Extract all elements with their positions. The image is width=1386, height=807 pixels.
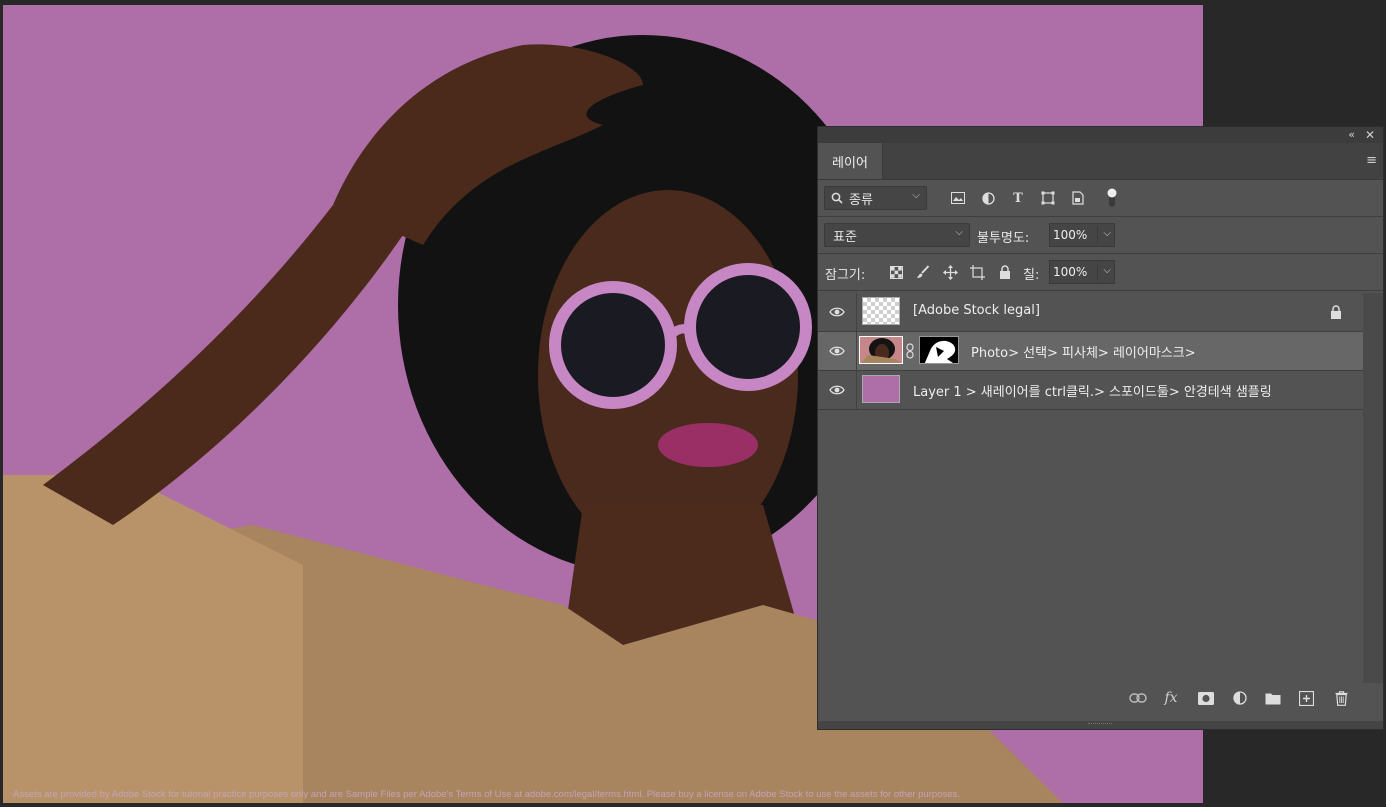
layer-name: [Adobe Stock legal] <box>913 303 1040 318</box>
chevron-down-icon: ⌵ <box>1103 228 1111 239</box>
lock-transparency-icon[interactable] <box>888 264 904 280</box>
layer-row-adobe-stock-legal[interactable]: [Adobe Stock legal] <box>818 293 1363 332</box>
blend-mode-value: 표준 <box>833 229 857 245</box>
lips <box>658 423 758 467</box>
mask-link-chain-icon[interactable] <box>906 343 914 359</box>
adjustment-layer-icon[interactable] <box>1230 689 1250 707</box>
layers-bottom-toolbar: fx <box>818 683 1383 713</box>
add-mask-icon[interactable] <box>1196 689 1216 707</box>
layer-row-layer-1[interactable]: Layer 1 > 새레이어를 ctrl클릭.> 스포이드툴> 안경테색 샘플링 <box>818 371 1363 410</box>
layers-scrollbar[interactable] <box>1363 293 1383 693</box>
lock-label: 잠그기: <box>825 268 866 283</box>
fill-value: 100% <box>1053 265 1088 279</box>
legal-notice-text: Assets are provided by Adobe Stock for t… <box>13 789 960 800</box>
lock-pixels-brush-icon[interactable] <box>915 264 931 280</box>
layer-thumbnail-color-fill <box>862 375 900 403</box>
link-layers-icon[interactable] <box>1128 689 1148 707</box>
close-icon[interactable]: ✕ <box>1365 128 1375 142</box>
delete-layer-icon[interactable] <box>1331 689 1351 707</box>
visibility-eye-icon[interactable] <box>829 344 845 358</box>
filter-toggle-icon[interactable] <box>1103 188 1121 207</box>
adjustment-filter-icon[interactable] <box>979 190 997 206</box>
panel-tab-row: 레이어 ≡ <box>818 143 1383 180</box>
new-group-icon[interactable] <box>1263 689 1283 707</box>
chevron-down-icon: ⌵ <box>1103 265 1111 276</box>
panel-title-bar[interactable]: « ✕ <box>818 127 1383 143</box>
opacity-value: 100% <box>1053 228 1088 242</box>
opacity-label: 불투명도: <box>977 231 1030 246</box>
tab-layers[interactable]: 레이어 <box>818 143 883 179</box>
layers-panel: « ✕ 레이어 ≡ 종류 ⌵ T 표준 ⌵ 불투명도: 100% ⌵ 잠그기: … <box>817 126 1384 730</box>
opacity-field[interactable]: 100% ⌵ <box>1049 223 1115 247</box>
arm <box>43 205 403 525</box>
layer-mask-thumbnail[interactable] <box>919 336 959 364</box>
layers-list: [Adobe Stock legal] Photo> 선택> 피사체> 레이어마… <box>818 293 1363 410</box>
type-filter-icon[interactable]: T <box>1009 190 1027 206</box>
layer-name: Layer 1 > 새레이어를 ctrl클릭.> 스포이드툴> 안경테색 샘플링 <box>913 385 1272 400</box>
shape-filter-icon[interactable] <box>1039 190 1057 206</box>
visibility-eye-icon[interactable] <box>829 383 845 397</box>
chevron-down-icon: ⌵ <box>955 227 963 238</box>
lock-row: 잠그기: 칠: 100% ⌵ <box>818 254 1383 291</box>
fx-icon[interactable]: fx <box>1161 689 1181 707</box>
lock-artboard-icon[interactable] <box>969 264 985 280</box>
sleeve <box>3 475 303 803</box>
new-layer-icon[interactable] <box>1296 689 1316 707</box>
panel-resize-strip[interactable] <box>818 721 1383 729</box>
panel-menu-icon[interactable]: ≡ <box>1366 153 1377 168</box>
image-filter-icon[interactable] <box>949 190 967 206</box>
fill-field[interactable]: 100% ⌵ <box>1049 260 1115 284</box>
search-icon <box>831 192 843 204</box>
layer-row-photo[interactable]: Photo> 선택> 피사체> 레이어마스크> <box>818 332 1363 371</box>
layer-thumbnail-photo <box>859 336 903 364</box>
layer-name: Photo> 선택> 피사체> 레이어마스크> <box>971 346 1196 361</box>
layer-lock-icon <box>1331 305 1341 319</box>
blend-row: 표준 ⌵ 불투명도: 100% ⌵ <box>818 217 1383 254</box>
smart-object-filter-icon[interactable] <box>1069 190 1087 206</box>
fill-label: 칠: <box>1023 268 1040 283</box>
chevron-down-icon: ⌵ <box>912 190 920 201</box>
filter-kind-dropdown[interactable]: 종류 ⌵ <box>824 186 927 210</box>
filter-row: 종류 ⌵ T <box>818 180 1383 217</box>
lock-all-icon[interactable] <box>997 264 1013 280</box>
visibility-eye-icon[interactable] <box>829 305 845 319</box>
blend-mode-dropdown[interactable]: 표준 ⌵ <box>824 223 970 247</box>
layer-thumbnail-transparent <box>862 297 900 325</box>
lock-position-move-icon[interactable] <box>942 264 958 280</box>
collapse-icon[interactable]: « <box>1348 128 1355 142</box>
filter-kind-label: 종류 <box>849 192 873 208</box>
